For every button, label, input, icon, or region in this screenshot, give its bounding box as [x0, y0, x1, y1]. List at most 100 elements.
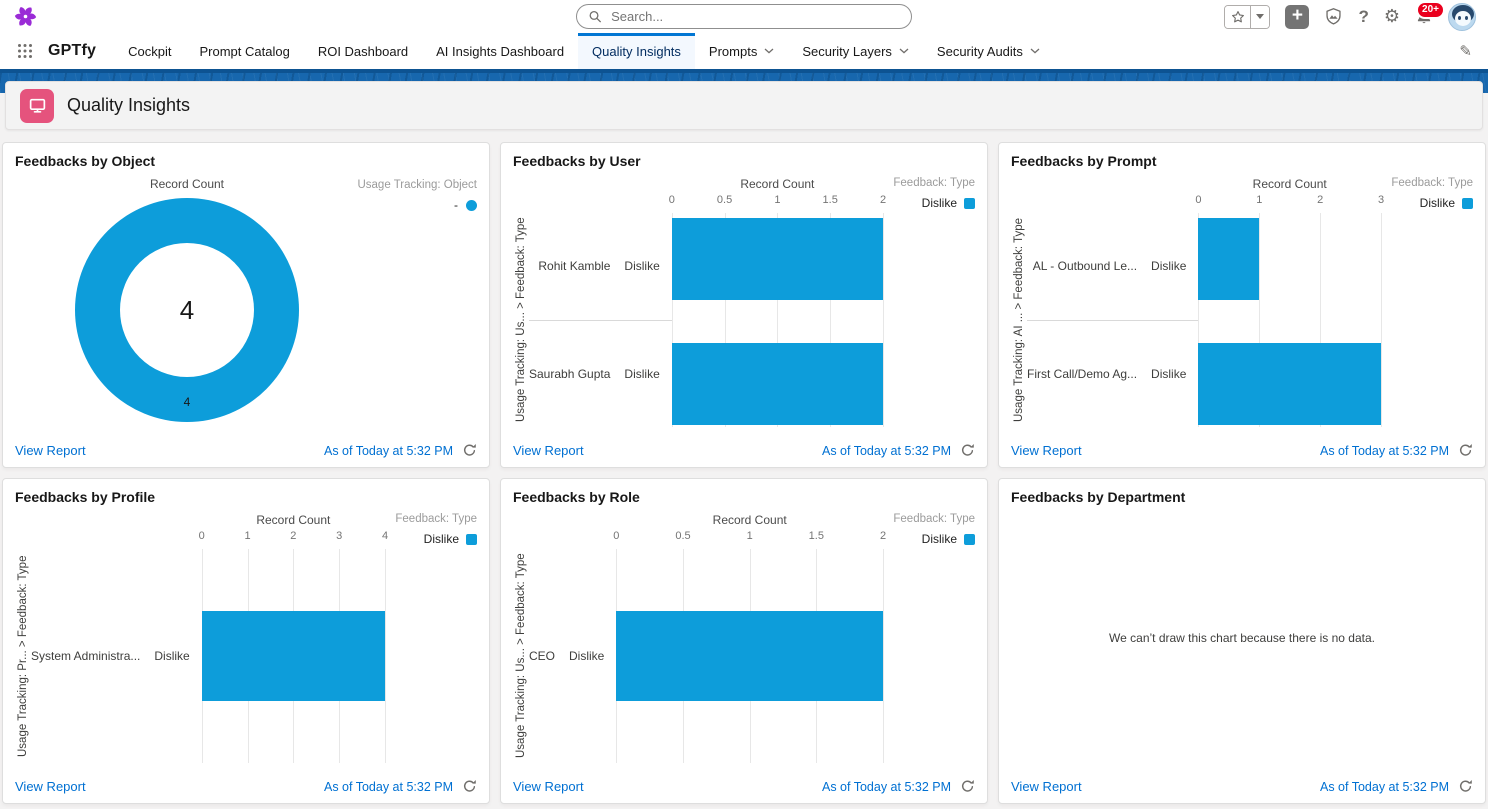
- notification-count-badge: 20+: [1416, 1, 1445, 19]
- tab-security-audits[interactable]: Security Audits: [923, 33, 1054, 69]
- view-report-link[interactable]: View Report: [1011, 779, 1082, 794]
- bar-dislike[interactable]: [672, 218, 883, 300]
- row-series-label: Dislike: [154, 649, 189, 663]
- legend-item: Dislike: [424, 532, 477, 546]
- x-tick-label: 1: [774, 194, 780, 206]
- app-launcher-button[interactable]: [8, 33, 42, 69]
- gridline: [883, 549, 884, 763]
- quick-add-button[interactable]: +: [1285, 5, 1309, 29]
- tab-ai-insights-dashboard[interactable]: AI Insights Dashboard: [422, 33, 578, 69]
- refresh-icon[interactable]: [1458, 779, 1473, 794]
- chart-axis-title: Record Count: [202, 513, 385, 529]
- bar-dislike[interactable]: [672, 343, 883, 425]
- x-tick-label: 4: [382, 530, 388, 542]
- chart-area: Usage Tracking: AI ... > Feedback: TypeR…: [1011, 177, 1473, 427]
- tab-prompt-catalog[interactable]: Prompt Catalog: [185, 33, 303, 69]
- card-title: Feedbacks by Prompt: [1011, 153, 1473, 169]
- legend-swatch: [466, 200, 477, 211]
- bar-dislike[interactable]: [1198, 218, 1259, 300]
- global-search[interactable]: [576, 4, 912, 29]
- bar-bands: [1198, 213, 1381, 427]
- horizontal-bar-chart: Usage Tracking: AI ... > Feedback: TypeR…: [1011, 177, 1473, 427]
- bar-dislike[interactable]: [1198, 343, 1381, 425]
- x-tick-label: 1: [244, 530, 250, 542]
- notifications-button[interactable]: 20+: [1415, 8, 1433, 26]
- category-labels: AL - Outbound Le...DislikeFirst Call/Dem…: [1027, 213, 1198, 427]
- search-icon: [589, 10, 601, 23]
- view-report-link[interactable]: View Report: [513, 779, 584, 794]
- refresh-icon[interactable]: [960, 443, 975, 458]
- x-tick-label: 0.5: [675, 530, 690, 542]
- plot-area: [672, 213, 883, 427]
- question-mark-icon: ?: [1358, 7, 1368, 27]
- refresh-icon[interactable]: [462, 779, 477, 794]
- x-tick-label: 0.5: [717, 194, 732, 206]
- nav-tabs: Cockpit Prompt Catalog ROI Dashboard AI …: [114, 33, 1054, 69]
- card-title: Feedbacks by Profile: [15, 489, 477, 505]
- help-center-button[interactable]: [1324, 7, 1343, 26]
- tab-security-layers[interactable]: Security Layers: [788, 33, 923, 69]
- bar-dislike[interactable]: [202, 611, 385, 701]
- refresh-icon[interactable]: [1458, 443, 1473, 458]
- x-axis-ticks: 01234: [202, 529, 385, 549]
- plot-area: [1198, 213, 1381, 427]
- legend-item-label: -: [454, 198, 458, 212]
- horizontal-bar-chart: Usage Tracking: Pr... > Feedback: Type Re…: [15, 513, 477, 763]
- bar-band: [1198, 322, 1381, 428]
- card-title: Feedbacks by Department: [1011, 489, 1473, 505]
- chart-area: Usage Tracking: Us... > Feedback: TypeRe…: [513, 513, 975, 763]
- tab-prompts[interactable]: Prompts: [695, 33, 788, 69]
- empty-chart: We can’t draw this chart because there i…: [1011, 513, 1473, 763]
- setup-button[interactable]: ⚙: [1384, 6, 1400, 27]
- view-report-link[interactable]: View Report: [15, 779, 86, 794]
- tab-roi-dashboard[interactable]: ROI Dashboard: [304, 33, 422, 69]
- view-report-link[interactable]: View Report: [1011, 443, 1082, 458]
- chevron-down-icon: [899, 48, 909, 54]
- refresh-icon[interactable]: [960, 779, 975, 794]
- no-data-message: We can’t draw this chart because there i…: [1109, 631, 1375, 645]
- legend-item-label: Dislike: [1420, 196, 1455, 210]
- legend-title: Usage Tracking: Object: [357, 179, 477, 191]
- refresh-icon[interactable]: [462, 443, 477, 458]
- card-feedbacks-by-department: Feedbacks by Department We can’t draw th…: [998, 478, 1486, 804]
- as-of-timestamp: As of Today at 5:32 PM: [324, 780, 453, 794]
- edit-nav-button[interactable]: ✎: [1459, 33, 1488, 69]
- view-report-link[interactable]: View Report: [513, 443, 584, 458]
- x-tick-label: 0: [669, 194, 675, 206]
- favorites-button[interactable]: [1225, 6, 1251, 28]
- bar-dislike[interactable]: [616, 611, 883, 701]
- search-input[interactable]: [609, 8, 899, 25]
- x-tick-label: 2: [880, 194, 886, 206]
- user-profile-button[interactable]: [1448, 3, 1476, 31]
- bar-bands: [672, 213, 883, 427]
- global-header: + ? ⚙ 20+: [0, 0, 1488, 33]
- plot-area: [616, 549, 883, 763]
- bar-band: [1198, 213, 1381, 322]
- dashboard-monitor-icon: [20, 89, 54, 123]
- chart-area: Usage Tracking: Pr... > Feedback: Type Re…: [15, 513, 477, 763]
- bar-band: [672, 322, 883, 428]
- pencil-icon: ✎: [1459, 42, 1472, 60]
- bar-band: [672, 213, 883, 322]
- category-labels: CEODislike: [529, 549, 616, 763]
- x-tick-label: 1.5: [823, 194, 838, 206]
- tab-quality-insights[interactable]: Quality Insights: [578, 33, 695, 69]
- x-tick-label: 1: [1256, 194, 1262, 206]
- chart-axis-title: Record Count: [616, 513, 883, 529]
- tab-cockpit[interactable]: Cockpit: [114, 33, 185, 69]
- as-of-timestamp: As of Today at 5:32 PM: [822, 780, 951, 794]
- star-icon: [1231, 10, 1245, 24]
- legend-swatch: [964, 198, 975, 209]
- donut-segment[interactable]: 44: [75, 198, 299, 422]
- help-button[interactable]: ?: [1358, 7, 1368, 27]
- view-report-link[interactable]: View Report: [15, 443, 86, 458]
- y-axis-label: Usage Tracking: Pr... > Feedback: Type: [15, 549, 31, 763]
- legend-title: Feedback: Type: [883, 513, 975, 529]
- page-header: Quality Insights: [5, 81, 1483, 130]
- legend-item-label: Dislike: [922, 196, 957, 210]
- card-title: Feedbacks by Role: [513, 489, 975, 505]
- legend-title: Feedback: Type: [883, 177, 975, 193]
- favorites-menu-button[interactable]: [1251, 6, 1269, 28]
- row-series-label: Dislike: [624, 367, 659, 381]
- gridline: [883, 213, 884, 427]
